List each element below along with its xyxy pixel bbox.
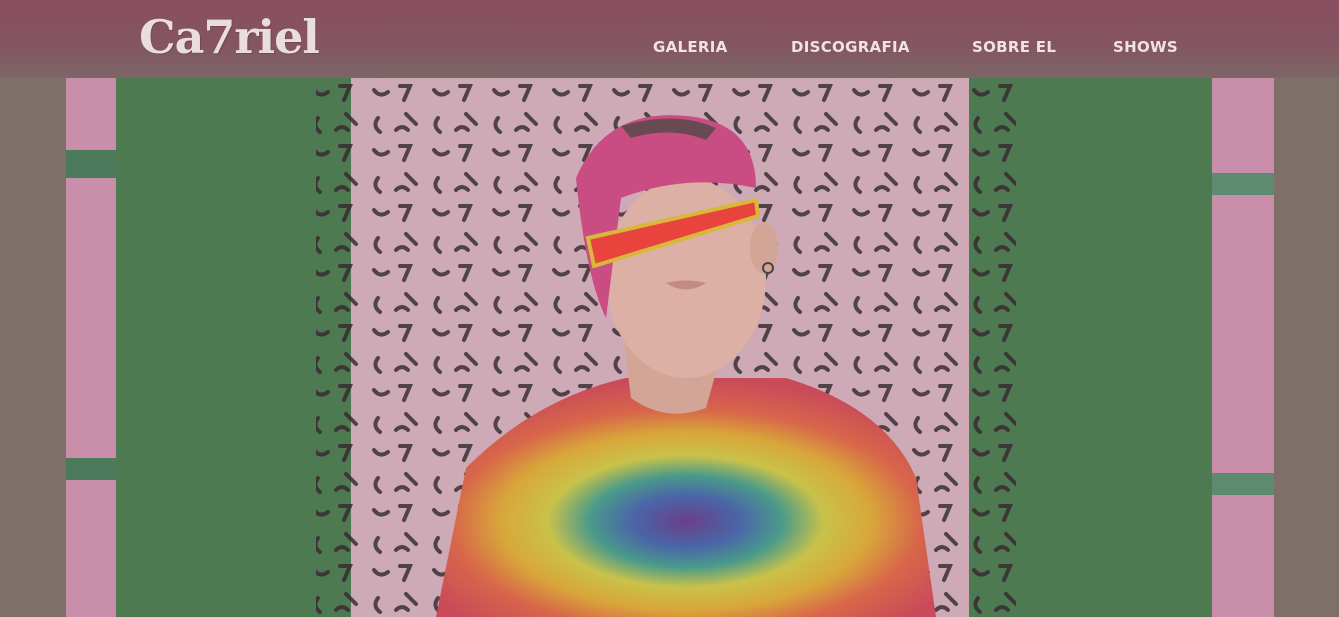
nav-discografia[interactable]: DISCOGRAFIA — [791, 38, 910, 56]
hero-image — [66, 78, 1274, 617]
site-logo[interactable]: Ca7riel — [139, 14, 320, 60]
nav-sobre-el[interactable]: SOBRE EL — [972, 38, 1056, 56]
pink-strip-right — [1212, 78, 1274, 617]
artist-photo — [66, 78, 1274, 617]
nav-galeria[interactable]: GALERIA — [653, 38, 728, 56]
nav-shows[interactable]: SHOWS — [1113, 38, 1178, 56]
site-header: Ca7riel GALERIA DISCOGRAFIA SOBRE EL SHO… — [0, 0, 1339, 78]
